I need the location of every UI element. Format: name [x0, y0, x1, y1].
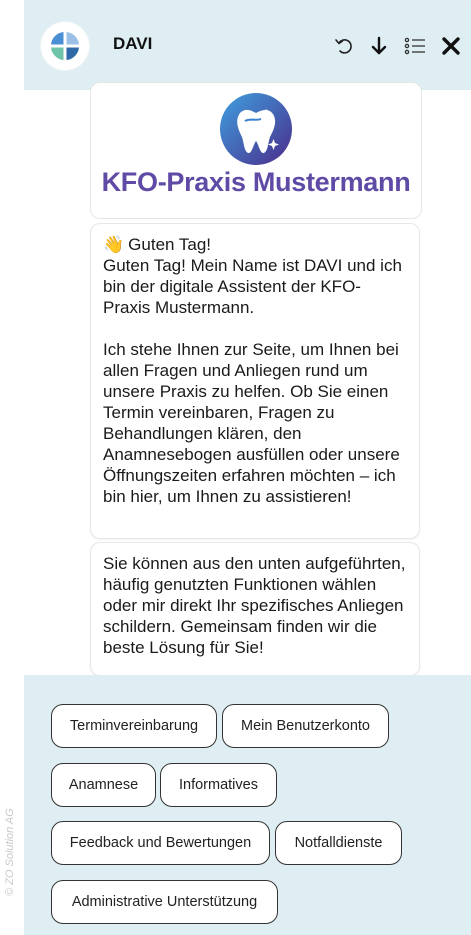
undo-icon[interactable]	[331, 33, 357, 59]
message-list: KFO-Praxis Mustermann 👋 Guten Tag! Guten …	[24, 82, 471, 676]
davi-logo-icon	[41, 22, 89, 70]
quick-reply-informatives[interactable]: Informatives	[160, 763, 277, 807]
bot-message-greeting: 👋 Guten Tag! Guten Tag! Mein Name ist DAV…	[90, 223, 420, 539]
greeting-paragraph-1: Guten Tag! Mein Name ist DAVI und ich bi…	[103, 256, 402, 317]
bot-message-options-hint: Sie können aus den unten aufgeführten, h…	[90, 542, 420, 676]
quick-reply-feedback[interactable]: Feedback und Bewertungen	[51, 821, 270, 865]
quick-reply-anamnese[interactable]: Anamnese	[51, 763, 156, 807]
tooth-logo-icon	[220, 93, 292, 165]
quick-reply-terminvereinbarung[interactable]: Terminvereinbarung	[51, 704, 217, 748]
waving-hand-icon: 👋	[103, 235, 125, 254]
chat-title: DAVI	[113, 34, 153, 53]
options-hint-text: Sie können aus den unten aufgeführten, h…	[103, 554, 406, 657]
left-margin: © ZO Solution AG	[0, 0, 24, 935]
practice-name: KFO-Praxis Mustermann	[101, 167, 411, 197]
chat-widget: DAVI KFO-Praxis Mustermann 👋 Guten Tag! …	[24, 0, 471, 935]
copyright-watermark: © ZO Solution AG	[4, 808, 16, 896]
quick-reply-area: Terminvereinbarung Mein Benutzerkonto An…	[24, 675, 471, 935]
greeting-title: Guten Tag!	[128, 235, 212, 254]
practice-logo-card: KFO-Praxis Mustermann	[90, 82, 422, 219]
quick-reply-benutzerkonto[interactable]: Mein Benutzerkonto	[222, 704, 389, 748]
close-icon[interactable]	[438, 33, 464, 59]
greeting-paragraph-2: Ich stehe Ihnen zur Seite, um Ihnen bei …	[103, 340, 400, 506]
download-icon[interactable]	[366, 33, 392, 59]
list-menu-icon[interactable]	[402, 33, 428, 59]
chat-header: DAVI	[24, 0, 471, 91]
quick-reply-notfalldienste[interactable]: Notfalldienste	[275, 821, 402, 865]
quick-reply-administrative[interactable]: Administrative Unterstützung	[51, 880, 278, 924]
